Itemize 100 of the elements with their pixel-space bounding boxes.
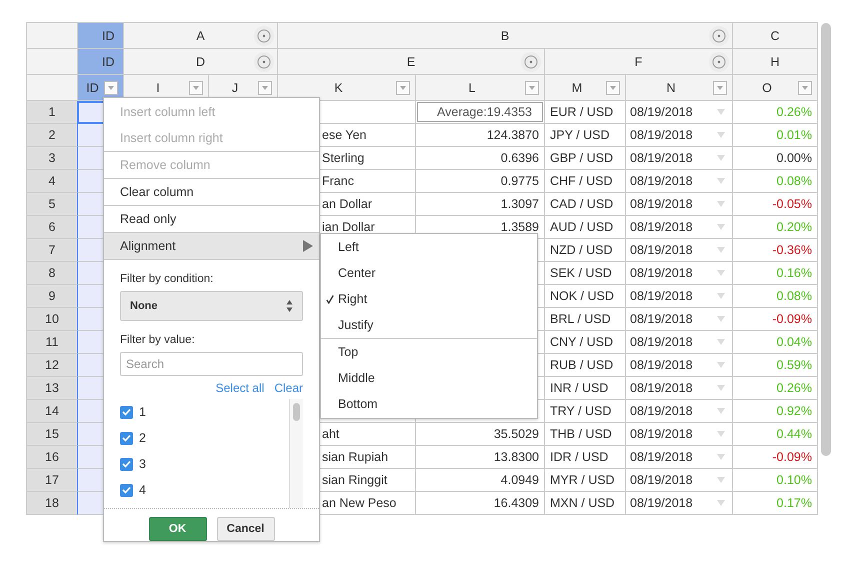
date-text: 08/19/2018 (630, 335, 693, 349)
dropdown-caret-icon[interactable] (716, 429, 726, 439)
header-cell[interactable]: O (733, 75, 818, 101)
table-cell: INR / USD (545, 377, 626, 400)
row-header[interactable]: 16 (27, 446, 78, 469)
header-cell[interactable]: A (124, 23, 278, 49)
dropdown-caret-icon[interactable] (716, 498, 726, 508)
row-header[interactable]: 17 (27, 469, 78, 492)
dropdown-caret-icon[interactable] (716, 360, 726, 370)
checkbox-label[interactable]: 2 (139, 431, 146, 445)
dropdown-caret-icon[interactable] (716, 130, 726, 140)
collapse-icon[interactable] (521, 52, 541, 72)
row-header[interactable]: 6 (27, 216, 78, 239)
checkbox[interactable] (120, 406, 133, 418)
filter-dropdown-button[interactable] (713, 80, 727, 94)
collapse-icon[interactable] (254, 52, 274, 72)
filter-dropdown-button[interactable] (396, 80, 410, 94)
checkbox[interactable] (120, 484, 133, 496)
row-header[interactable]: 10 (27, 308, 78, 331)
header-cell[interactable]: F (545, 49, 733, 75)
header-cell[interactable]: M (545, 75, 626, 101)
header-cell[interactable]: ID (78, 75, 124, 101)
column-title: ID (86, 80, 99, 94)
row-header[interactable]: 13 (27, 377, 78, 400)
search-field[interactable]: Search (120, 352, 303, 376)
dropdown-caret-icon[interactable] (716, 406, 726, 416)
header-cell[interactable]: N (626, 75, 733, 101)
menu-item[interactable]: Justify (321, 312, 537, 338)
row-header[interactable]: 7 (27, 239, 78, 262)
row-header[interactable]: 1 (27, 101, 78, 124)
dropdown-caret-icon[interactable] (716, 475, 726, 485)
menu-item[interactable]: Clear column (104, 179, 319, 205)
menu-item[interactable]: Read only (104, 206, 319, 232)
dropdown-caret-icon[interactable] (716, 383, 726, 393)
filter-dropdown-button[interactable] (189, 80, 203, 94)
row-header[interactable]: 4 (27, 170, 78, 193)
up-down-arrows-icon (286, 300, 293, 312)
checkbox-label[interactable]: 1 (139, 405, 146, 419)
menu-item[interactable]: Right (321, 286, 537, 312)
row-header[interactable]: 15 (27, 423, 78, 446)
dropdown-caret-icon[interactable] (716, 222, 726, 232)
collapse-icon[interactable] (709, 26, 729, 46)
menu-item[interactable]: Top (321, 339, 537, 365)
percent-change: -0.09% (772, 450, 812, 464)
menu-item[interactable]: Middle (321, 365, 537, 391)
dropdown-caret-icon[interactable] (716, 199, 726, 209)
header-cell[interactable]: ID (78, 23, 124, 49)
collapse-icon[interactable] (254, 26, 274, 46)
row-header[interactable]: 8 (27, 262, 78, 285)
dropdown-caret-icon[interactable] (716, 245, 726, 255)
dropdown-caret-icon[interactable] (716, 314, 726, 324)
checkbox-label[interactable]: 3 (139, 457, 146, 471)
collapse-icon[interactable] (709, 52, 729, 72)
row-header[interactable]: 14 (27, 400, 78, 423)
header-cell[interactable]: K (278, 75, 416, 101)
header-cell[interactable]: L (416, 75, 545, 101)
row-header[interactable]: 2 (27, 124, 78, 147)
ok-button[interactable]: OK (148, 517, 206, 541)
percent-change: -0.05% (772, 197, 812, 211)
section-label: Filter by value: (120, 334, 196, 346)
header-cell[interactable]: ID (78, 49, 124, 75)
row-header[interactable]: 11 (27, 331, 78, 354)
table-cell: RUB / USD (545, 354, 626, 377)
dropdown-caret-icon[interactable] (716, 107, 726, 117)
condition-select[interactable]: None (120, 291, 303, 321)
check-icon (122, 486, 131, 494)
dropdown-caret-icon[interactable] (716, 176, 726, 186)
menu-item[interactable]: Center (321, 260, 537, 286)
filter-dropdown-button[interactable] (525, 80, 539, 94)
dropdown-caret-icon[interactable] (716, 153, 726, 163)
filter-dropdown-button[interactable] (798, 80, 812, 94)
header-cell[interactable]: E (278, 49, 545, 75)
cancel-button[interactable]: Cancel (216, 517, 274, 541)
scrollbar[interactable] (821, 23, 831, 456)
row-header[interactable]: 12 (27, 354, 78, 377)
menu-item[interactable]: Bottom (321, 391, 537, 417)
filter-dropdown-button[interactable] (104, 80, 118, 94)
dropdown-caret-icon[interactable] (716, 337, 726, 347)
filter-dropdown-button[interactable] (606, 80, 620, 94)
column-title: L (468, 80, 476, 94)
row-header[interactable]: 18 (27, 492, 78, 515)
table-cell: 0.9775 (416, 170, 545, 193)
header-cell[interactable]: C (733, 23, 818, 49)
row-header[interactable]: 3 (27, 147, 78, 170)
dropdown-caret-icon[interactable] (716, 452, 726, 462)
checkbox-label[interactable]: 4 (139, 483, 146, 497)
dropdown-caret-icon[interactable] (716, 291, 726, 301)
table-cell: IDR / USD (545, 446, 626, 469)
row-header[interactable]: 5 (27, 193, 78, 216)
table-cell: NZD / USD (545, 239, 626, 262)
header-cell[interactable]: D (124, 49, 278, 75)
filter-dropdown-button[interactable] (258, 80, 272, 94)
header-cell[interactable]: H (733, 49, 818, 75)
menu-item[interactable]: Alignment (104, 233, 319, 259)
dropdown-caret-icon[interactable] (716, 268, 726, 278)
checkbox[interactable] (120, 432, 133, 444)
header-cell[interactable]: B (278, 23, 733, 49)
row-header[interactable]: 9 (27, 285, 78, 308)
checkbox[interactable] (120, 458, 133, 470)
scrollbar[interactable] (289, 399, 303, 508)
